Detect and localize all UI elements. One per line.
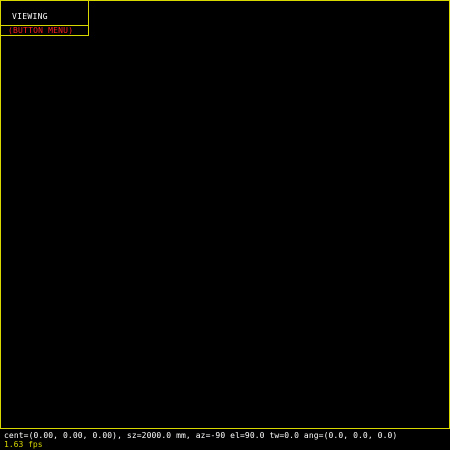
viewing-menu-panel: VIEWING (BUTTON MENU)	[0, 0, 89, 36]
view-parameters-readout: cent=(0.00, 0.00, 0.00), sz=2000.0 mm, a…	[4, 431, 398, 440]
button-menu-button[interactable]: (BUTTON MENU)	[1, 26, 88, 36]
fps-readout: 1.63 fps	[4, 440, 43, 449]
graphics-viewport[interactable]	[0, 0, 450, 450]
status-bar: cent=(0.00, 0.00, 0.00), sz=2000.0 mm, a…	[0, 428, 450, 450]
menu-title: VIEWING	[1, 1, 88, 26]
